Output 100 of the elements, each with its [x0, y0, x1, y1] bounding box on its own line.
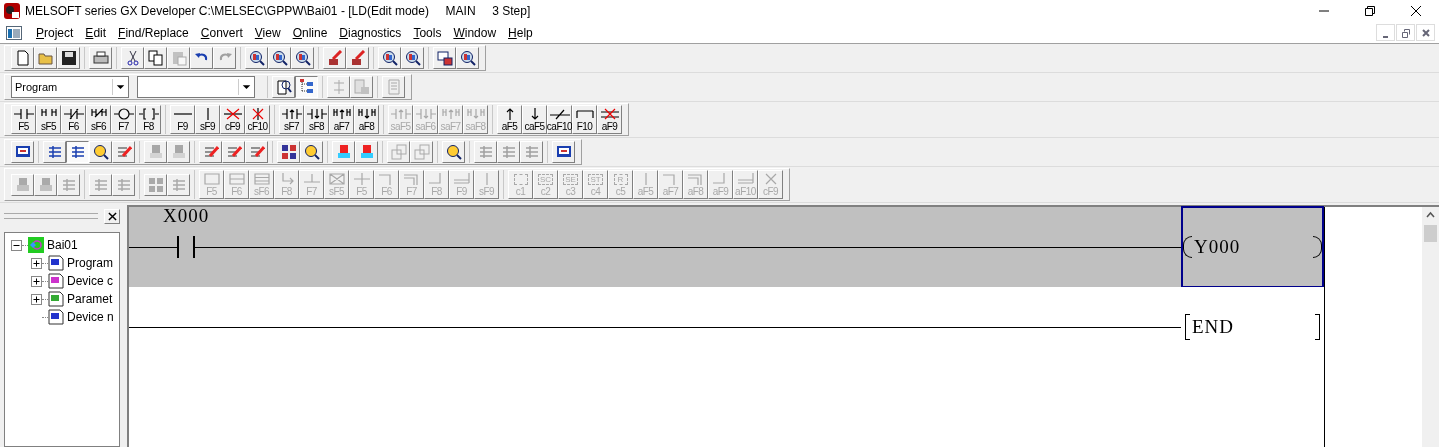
- window-title: MELSOFT series GX Developer C:\MELSEC\GPPW\Bai01 - [LD(Edit mode) MAIN 3 Step]: [25, 4, 531, 18]
- pencil-icon: [248, 144, 265, 160]
- menu-item[interactable]: Find/Replace: [112, 25, 195, 40]
- monitor-icon: [14, 144, 31, 160]
- ladder-icon: [170, 176, 187, 193]
- close-icon: [1420, 27, 1431, 38]
- menu-item[interactable]: Convert: [194, 25, 249, 40]
- document-icon: [385, 79, 402, 95]
- vline-icon: [485, 173, 488, 185]
- menu-item[interactable]: Window: [447, 25, 503, 40]
- fall-icon: [306, 108, 327, 120]
- data-name-dropdown[interactable]: [137, 76, 255, 98]
- magnifier-icon: [271, 50, 288, 66]
- block-mark: R: [613, 174, 628, 185]
- magnifier-icon: [275, 79, 292, 95]
- parallel-rise-icon: [331, 108, 352, 120]
- menu-item[interactable]: View: [248, 25, 287, 40]
- double-line-icon: [735, 173, 756, 185]
- printer-icon: [92, 50, 109, 66]
- parallel-break-icon: [88, 108, 109, 120]
- tree-item[interactable]: Device n: [67, 310, 114, 324]
- ladder-key-button[interactable]: sF9: [195, 105, 220, 134]
- block-mark: [513, 174, 528, 185]
- magnifier-icon: [459, 50, 476, 66]
- magnifier-icon: [303, 144, 320, 160]
- document-icon[interactable]: [6, 25, 22, 40]
- ladder-key-button[interactable]: sF6: [86, 105, 111, 134]
- ladder-key-button[interactable]: aF8: [354, 105, 379, 134]
- minimize-icon: [1383, 35, 1388, 38]
- ladder-key-button[interactable]: aF5: [497, 105, 522, 134]
- cross-box-icon: [326, 173, 347, 185]
- ladder-key-button[interactable]: cF10: [245, 105, 270, 134]
- monitor-icon: [555, 144, 572, 160]
- expand-toggle[interactable]: [31, 257, 42, 269]
- block-mark: SC: [537, 174, 554, 185]
- line-delete-icon: [599, 108, 620, 120]
- ladder-key-button[interactable]: cF9: [220, 105, 245, 134]
- tree-item[interactable]: Device c: [67, 274, 113, 288]
- ladder-icon: [46, 144, 63, 160]
- stamp-icon: [358, 144, 375, 160]
- ladder-key-button[interactable]: sF8: [304, 105, 329, 134]
- menu-item[interactable]: Project: [30, 25, 80, 40]
- scroll-thumb[interactable]: [1424, 225, 1437, 242]
- menu-item[interactable]: Tools: [407, 25, 448, 40]
- menu-item[interactable]: Diagnostics: [333, 25, 408, 40]
- data-type-dropdown[interactable]: Program: [11, 76, 129, 98]
- minimize-button[interactable]: [1376, 24, 1395, 41]
- delete-hline-icon: [222, 108, 243, 120]
- parallel-fall-icon: [356, 108, 377, 120]
- ladder-icon: [477, 144, 494, 160]
- magnifier-icon: [294, 50, 311, 66]
- tree-item[interactable]: Program: [67, 256, 113, 270]
- document-icon: [48, 291, 64, 307]
- tree-item[interactable]: Bai01: [47, 238, 78, 252]
- ladder-key-button[interactable]: F8: [136, 105, 161, 134]
- menu-item[interactable]: Edit: [79, 25, 113, 40]
- end-instruction[interactable]: END: [1181, 286, 1324, 368]
- ladder-key-button[interactable]: sF7: [279, 105, 304, 134]
- ladder-key-button[interactable]: F7: [111, 105, 136, 134]
- ladder-key-button[interactable]: F10: [572, 105, 597, 134]
- magnifier-icon: [248, 50, 265, 66]
- app-icon: [4, 3, 20, 19]
- ladder-key-button[interactable]: caF10: [547, 105, 572, 134]
- pencil-icon: [115, 144, 132, 160]
- scrollbar[interactable]: [1422, 207, 1439, 447]
- toolbar-button[interactable]: [66, 141, 89, 163]
- double-line-icon: [451, 173, 472, 185]
- close-icon: [1410, 5, 1422, 17]
- folder-icon: [37, 50, 54, 66]
- stamp-icon: [335, 144, 352, 160]
- vline-icon: [206, 108, 209, 120]
- ladder-key-button[interactable]: F6: [61, 105, 86, 134]
- expand-toggle[interactable]: [31, 275, 42, 287]
- menu-item[interactable]: Help: [502, 25, 539, 40]
- pencil-icon: [349, 50, 366, 66]
- restore-icon: [1400, 27, 1411, 38]
- ladder-icon: [523, 144, 540, 160]
- ladder-icon: [500, 144, 517, 160]
- menu-item[interactable]: Online: [286, 25, 334, 40]
- collapse-toggle[interactable]: [11, 239, 22, 251]
- tree-item[interactable]: Paramet: [67, 292, 113, 306]
- invert-icon: [549, 108, 570, 120]
- clipboard-icon: [170, 50, 187, 66]
- expand-toggle[interactable]: [31, 293, 42, 305]
- ladder-key-button[interactable]: aF9: [597, 105, 622, 134]
- ladder-key-button[interactable]: F9: [170, 105, 195, 134]
- cross-icon: [351, 173, 372, 185]
- magnifier-icon: [404, 50, 421, 66]
- window-icon: [390, 144, 407, 160]
- grid-icon: [280, 144, 297, 160]
- pencil-icon: [202, 144, 219, 160]
- ladder-key-button[interactable]: caF5: [522, 105, 547, 134]
- ladder-key-button[interactable]: sF5: [36, 105, 61, 134]
- instruction-icon: [138, 108, 159, 120]
- ladder-key-button[interactable]: F5: [11, 105, 36, 134]
- ladder-icon: [92, 176, 109, 193]
- project-icon: [28, 237, 44, 253]
- copy-icon: [147, 50, 164, 66]
- ladder-key-button[interactable]: aF7: [329, 105, 354, 134]
- break-contact-icon: [63, 108, 84, 120]
